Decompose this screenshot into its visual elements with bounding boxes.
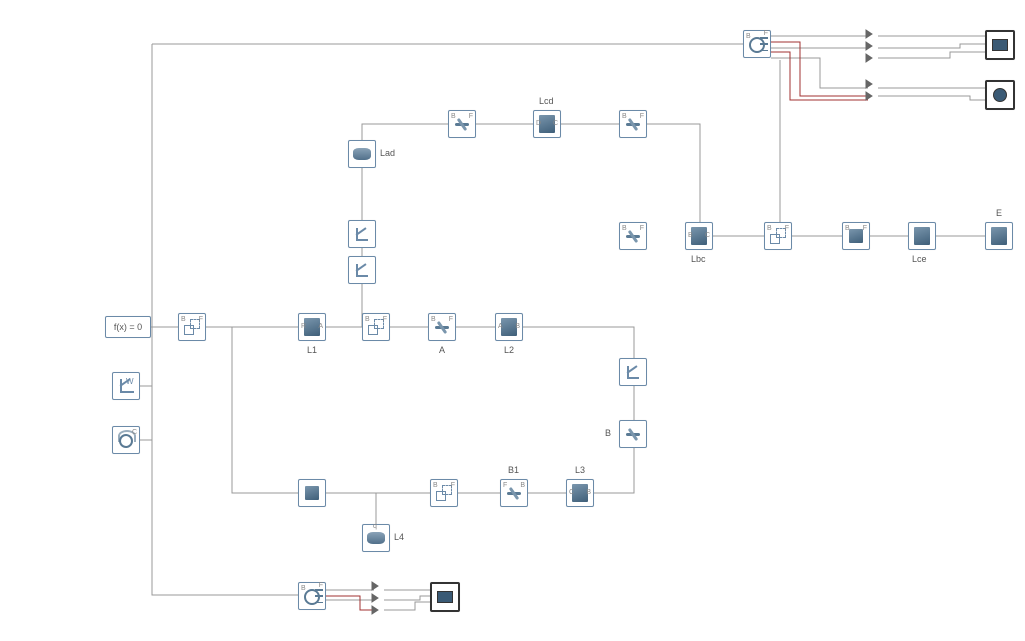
- label-lbc: Lbc: [691, 254, 706, 264]
- frame-icon: [354, 262, 370, 278]
- transform-icon: [770, 228, 786, 244]
- cylinder-icon: [353, 148, 371, 160]
- frame-rot2[interactable]: [348, 256, 376, 284]
- transform-icon: [368, 319, 384, 335]
- frame-icon: [625, 364, 641, 380]
- cylinder-icon: [367, 532, 385, 544]
- solid-e[interactable]: [985, 222, 1013, 250]
- label-l2: L2: [504, 345, 514, 355]
- solid-l1[interactable]: R A: [298, 313, 326, 341]
- solid-l3[interactable]: C B: [566, 479, 594, 507]
- sensor-top[interactable]: B F: [743, 30, 771, 58]
- transform-left[interactable]: B F: [178, 313, 206, 341]
- joint-b1[interactable]: F B: [500, 479, 528, 507]
- solver-label: f(x) = 0: [114, 322, 142, 332]
- world-frame-block[interactable]: W: [112, 372, 140, 400]
- frame-mid-r[interactable]: [619, 358, 647, 386]
- solid-lce[interactable]: [908, 222, 936, 250]
- port-f: F: [199, 316, 203, 323]
- label-l1: L1: [307, 345, 317, 355]
- port-c: C: [132, 429, 137, 436]
- joint-icon: [625, 228, 641, 244]
- solid-icon: [991, 227, 1007, 245]
- joint-icon: [434, 319, 450, 335]
- label-e: E: [996, 208, 1002, 218]
- transform-r1[interactable]: B F: [764, 222, 792, 250]
- transform-icon: [436, 485, 452, 501]
- solid-r2[interactable]: B F: [842, 222, 870, 250]
- cylinder-l4[interactable]: q: [362, 524, 390, 552]
- joint-icon: [625, 116, 641, 132]
- mech-config-block[interactable]: C: [112, 426, 140, 454]
- solid-icon: [914, 227, 930, 245]
- cylinder-lad[interactable]: [348, 140, 376, 168]
- solver-block[interactable]: f(x) = 0: [105, 316, 151, 338]
- label-a: A: [439, 345, 445, 355]
- transform-low[interactable]: B F: [430, 479, 458, 507]
- transform-mid[interactable]: B F: [362, 313, 390, 341]
- scope-bottom[interactable]: [430, 582, 460, 612]
- world-icon: W: [117, 377, 135, 395]
- solid-l2[interactable]: A B: [495, 313, 523, 341]
- joint-top1[interactable]: B F: [448, 110, 476, 138]
- label-b: B: [605, 428, 611, 438]
- label-l4: L4: [394, 532, 404, 542]
- joint-top2[interactable]: B F: [619, 110, 647, 138]
- label-lad: Lad: [380, 148, 395, 158]
- joint-right-mid[interactable]: B F: [619, 222, 647, 250]
- scope-screen-icon: [437, 591, 453, 603]
- scope-screen-icon: [992, 39, 1008, 51]
- frame-icon: [354, 226, 370, 242]
- label-b1: B1: [508, 465, 519, 475]
- scope-circle-icon: [993, 88, 1007, 102]
- joint-a[interactable]: B F: [428, 313, 456, 341]
- frame-rot1[interactable]: [348, 220, 376, 248]
- sensor-bottom[interactable]: B F: [298, 582, 326, 610]
- port-r: R: [301, 323, 306, 330]
- label-lcd: Lcd: [539, 96, 554, 106]
- solid-icon: [305, 486, 319, 500]
- label-lce: Lce: [912, 254, 927, 264]
- scope-1[interactable]: [985, 30, 1015, 60]
- label-l3: L3: [575, 465, 585, 475]
- transform-icon: [184, 319, 200, 335]
- joint-icon: [454, 116, 470, 132]
- solid-icon: [849, 229, 863, 243]
- port-b: B: [181, 316, 186, 323]
- diagram-canvas[interactable]: f(x) = 0 B F W C R A L1 B F B F A A B L2…: [0, 0, 1025, 641]
- scope-2[interactable]: [985, 80, 1015, 110]
- solid-lcd[interactable]: D C: [533, 110, 561, 138]
- solid-lbc[interactable]: B C: [685, 222, 713, 250]
- joint-icon: [625, 426, 641, 442]
- solid-low-left[interactable]: [298, 479, 326, 507]
- joint-b[interactable]: [619, 420, 647, 448]
- port-a: A: [318, 323, 323, 330]
